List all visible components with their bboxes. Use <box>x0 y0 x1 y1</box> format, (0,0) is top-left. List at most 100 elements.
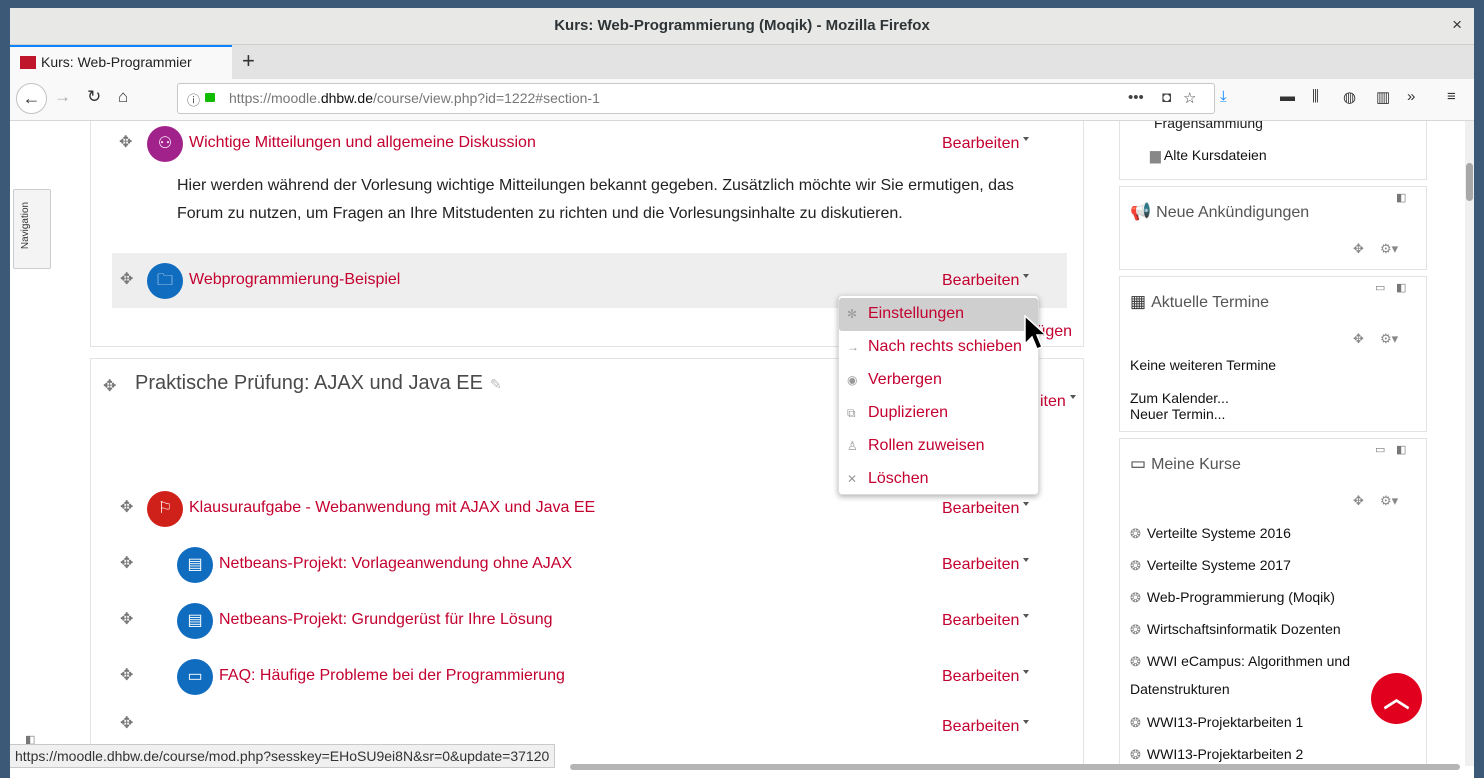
menu-item-loeschen[interactable]: ✕ Löschen <box>839 463 1038 496</box>
megaphone-icon: 📢 <box>1130 202 1152 221</box>
course-link[interactable]: ❂ WWI eCampus: Algorithmen und <box>1130 653 1350 670</box>
folder-icon: ▆ <box>1150 147 1164 163</box>
bookmark-star-icon[interactable]: ☆ <box>1183 89 1196 107</box>
menu-item-verbergen[interactable]: ◉ Verbergen <box>839 364 1038 397</box>
course-icon: ❂ <box>1130 558 1141 573</box>
scroll-to-top-button[interactable]: ︿ <box>1371 673 1422 724</box>
copy-icon: ⧉ <box>847 406 856 420</box>
page-icon: ▭ <box>177 659 213 695</box>
course-link-wrap[interactable]: Datenstrukturen <box>1130 681 1230 697</box>
calendar-link[interactable]: Zum Kalender... <box>1130 390 1229 406</box>
collapse-icon[interactable]: ◧ <box>1396 191 1406 204</box>
edit-menu-folder[interactable]: Bearbeiten <box>942 272 1029 290</box>
section-edit-menu[interactable]: iten <box>1040 393 1076 411</box>
title-bar: Kurs: Web-Programmierung (Moqik) - Mozil… <box>10 8 1474 45</box>
navigation-block-toggle[interactable]: Navigation <box>13 189 51 269</box>
edit-menu-klausur[interactable]: Bearbeiten <box>942 500 1029 518</box>
pocket-icon[interactable]: ◘ <box>1162 89 1171 106</box>
new-event-link[interactable]: Neuer Termin... <box>1130 406 1225 422</box>
move-block-icon[interactable]: ✥ <box>1353 241 1364 257</box>
dock-icon[interactable]: ▭ <box>1375 443 1385 456</box>
course-link[interactable]: ❂ WWI13-Projektarbeiten 2 <box>1130 746 1303 763</box>
move-icon[interactable]: ✥ <box>120 609 133 629</box>
collapse-icon[interactable]: ◧ <box>1396 281 1406 294</box>
course-icon: ❂ <box>1130 622 1141 637</box>
files-block: Fragensammlung ▆ Alte Kursdateien <box>1119 121 1427 180</box>
lock-icon[interactable] <box>205 93 215 102</box>
menu-item-duplizieren[interactable]: ⧉ Duplizieren <box>839 397 1038 430</box>
edit-menu-faq[interactable]: Bearbeiten <box>942 668 1029 686</box>
dock-icon[interactable]: ▭ <box>1375 281 1385 294</box>
url-text[interactable]: https://moodle.dhbw.de/course/view.php?i… <box>229 90 600 106</box>
window-close-button[interactable]: × <box>1452 15 1462 35</box>
overflow-icon[interactable]: » <box>1407 88 1415 105</box>
reload-button[interactable]: ↻ <box>87 87 101 107</box>
page-content: Navigation ✥ ⚇ Wichtige Mitteilungen und… <box>10 121 1465 766</box>
section-title: Praktische Prüfung: AJAX und Java EE <box>135 372 483 394</box>
scrollbar-thumb[interactable] <box>1466 163 1473 201</box>
activity-link-faq[interactable]: FAQ: Häufige Probleme bei der Programmie… <box>219 667 565 685</box>
vertical-scrollbar[interactable] <box>1465 121 1474 766</box>
section-move-icon[interactable]: ✥ <box>103 376 116 396</box>
activity-link-vorlage[interactable]: Netbeans-Projekt: Vorlageanwendung ohne … <box>219 555 572 573</box>
move-icon[interactable]: ✥ <box>120 497 133 517</box>
user-plus-icon: ♙ <box>847 439 858 453</box>
archive-icon: ▤ <box>177 603 213 639</box>
window-title: Kurs: Web-Programmierung (Moqik) - Mozil… <box>554 17 930 34</box>
files-item-alte-kursdateien[interactable]: ▆ Alte Kursdateien <box>1150 147 1267 164</box>
move-icon[interactable]: ✥ <box>119 132 132 152</box>
course-link[interactable]: ❂ Wirtschaftsinformatik Dozenten <box>1130 621 1341 638</box>
edit-title-pencil-icon[interactable]: ✎ <box>490 376 502 393</box>
activity-link-klausur[interactable]: Klausuraufgabe - Webanwendung mit AJAX u… <box>189 499 595 517</box>
move-icon[interactable]: ✥ <box>120 553 133 573</box>
course-link[interactable]: ❂ Web-Programmierung (Moqik) <box>1130 589 1335 606</box>
course-icon: ❂ <box>1130 715 1141 730</box>
edit-menu-grundgeruest[interactable]: Bearbeiten <box>942 612 1029 630</box>
edit-menu-forum[interactable]: Bearbeiten <box>942 135 1029 153</box>
home-button[interactable]: ⌂ <box>118 87 128 107</box>
block-settings-icon[interactable]: ⚙▾ <box>1380 331 1398 347</box>
menu-icon[interactable]: ≡ <box>1447 88 1456 105</box>
new-tab-button[interactable]: + <box>242 48 255 74</box>
forward-button[interactable]: → <box>54 87 71 107</box>
files-item-fragensammlung[interactable]: Fragensammlung <box>1154 121 1263 131</box>
forum-icon: ⚇ <box>147 126 183 162</box>
url-bar[interactable]: ⓘ https://moodle.dhbw.de/course/view.php… <box>177 83 1215 114</box>
move-block-icon[interactable]: ✥ <box>1353 493 1364 509</box>
move-icon[interactable]: ✥ <box>120 269 133 289</box>
addon-icon[interactable]: ◍ <box>1343 88 1356 106</box>
edit-menu-vorlage[interactable]: Bearbeiten <box>942 556 1029 574</box>
move-icon[interactable]: ✥ <box>120 713 133 733</box>
tab-label: Kurs: Web-Programmier <box>41 54 192 70</box>
move-icon[interactable]: ✥ <box>120 665 133 685</box>
x-icon: ✕ <box>847 472 858 486</box>
back-button[interactable]: ← <box>16 83 47 114</box>
edit-menu-empty[interactable]: Bearbeiten <box>942 718 1029 736</box>
info-icon[interactable]: ⓘ <box>187 90 200 109</box>
library-icon[interactable]: ⫼ <box>1312 88 1319 105</box>
extension-icon[interactable]: ▬ <box>1280 88 1295 105</box>
page-actions-icon[interactable]: ••• <box>1128 89 1144 106</box>
horizontal-scrollbar[interactable] <box>570 764 1460 770</box>
block-settings-icon[interactable]: ⚙▾ <box>1380 493 1398 509</box>
move-block-icon[interactable]: ✥ <box>1353 331 1364 347</box>
course-link[interactable]: ❂ Verteilte Systeme 2017 <box>1130 557 1291 574</box>
collapse-icon[interactable]: ◧ <box>1396 443 1406 456</box>
tab-course[interactable]: Kurs: Web-Programmier <box>10 45 232 79</box>
block-settings-icon[interactable]: ⚙▾ <box>1380 241 1398 257</box>
status-bar: https://moodle.dhbw.de/course/mod.php?se… <box>10 744 556 768</box>
events-block: ▭ ◧ ▦ Aktuelle Termine ✥ ⚙▾ Keine weitere… <box>1119 276 1427 432</box>
menu-item-einstellungen[interactable]: ✻ Einstellungen <box>839 298 1038 331</box>
folder-link[interactable]: Webprogrammierung-Beispiel <box>189 271 400 289</box>
activity-link-grundgeruest[interactable]: Netbeans-Projekt: Grundgerüst für Ihre L… <box>219 611 553 629</box>
menu-item-rollen[interactable]: ♙ Rollen zuweisen <box>839 430 1038 463</box>
course-link[interactable]: ❂ WWI13-Projektarbeiten 1 <box>1130 714 1303 731</box>
tab-bar: Kurs: Web-Programmier + <box>10 45 1474 79</box>
sidebar-icon[interactable]: ▥ <box>1376 88 1390 106</box>
course-icon: ❂ <box>1130 654 1141 669</box>
course-link[interactable]: ❂ Verteilte Systeme 2016 <box>1130 525 1291 542</box>
folder-icon: 🗀 <box>147 263 183 299</box>
menu-item-nach-rechts[interactable]: → Nach rechts schieben <box>839 331 1038 364</box>
forum-link[interactable]: Wichtige Mitteilungen und allgemeine Dis… <box>189 134 536 152</box>
download-icon[interactable]: ⤓ <box>1220 88 1227 105</box>
